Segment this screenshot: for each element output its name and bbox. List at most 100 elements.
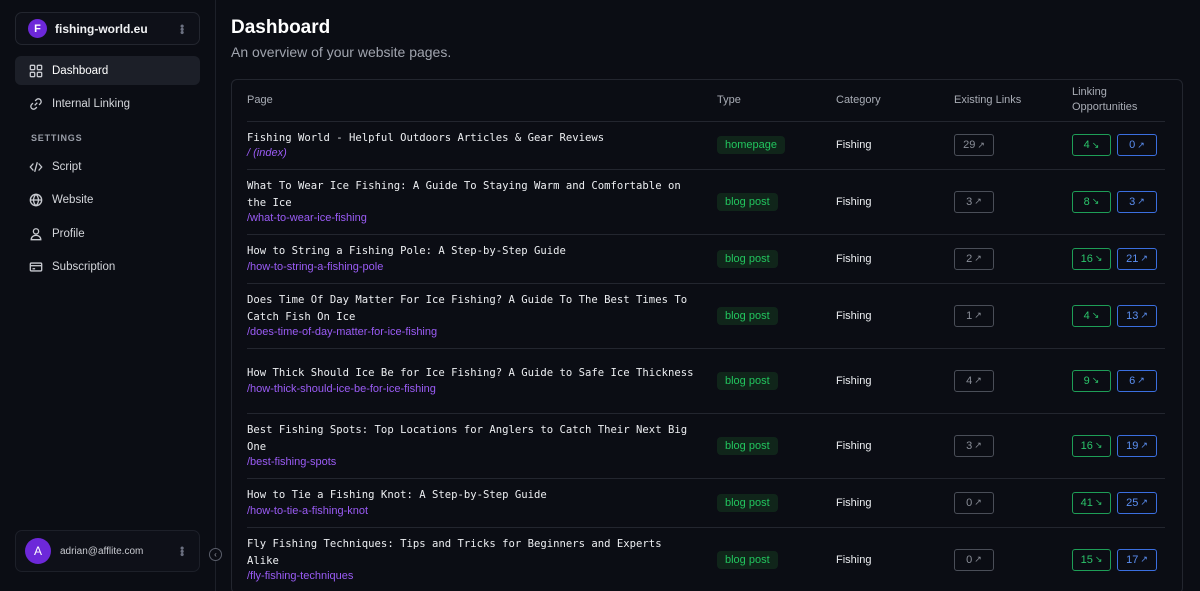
outgoing-opportunities-button[interactable]: 13 ↗	[1117, 304, 1157, 327]
outgoing-opportunities-count: 6	[1129, 374, 1136, 387]
cell-page: Does Time Of Day Matter For Ice Fishing?…	[247, 283, 717, 349]
nav-item-label: Profile	[52, 227, 85, 240]
existing-links-button[interactable]: 3 ↗	[954, 434, 994, 457]
incoming-opportunities-button[interactable]: 15 ↘	[1072, 548, 1111, 571]
table-row[interactable]: What To Wear Ice Fishing: A Guide To Sta…	[247, 169, 1165, 235]
existing-links-button[interactable]: 0 ↗	[954, 548, 994, 571]
page-title-text[interactable]: How to Tie a Fishing Knot: A Step-by-Ste…	[247, 487, 717, 504]
arrow-up-right-icon: ↗	[1137, 139, 1145, 150]
nav-item-website[interactable]: Website	[15, 186, 200, 215]
arrow-down-right-icon: ↘	[1091, 375, 1100, 385]
page-path-link[interactable]: /what-to-wear-ice-fishing	[247, 211, 717, 225]
outgoing-opportunities-button[interactable]: 19 ↗	[1117, 434, 1157, 457]
existing-links-button[interactable]: 0 ↗	[954, 491, 994, 514]
cell-linking-opportunities: 16 ↘ 21 ↗	[1072, 234, 1165, 284]
table-row[interactable]: How to String a Fishing Pole: A Step-by-…	[247, 234, 1165, 284]
page-title-text[interactable]: Fishing World - Helpful Outdoors Article…	[247, 130, 717, 147]
existing-links-button[interactable]: 3 ↗	[954, 190, 994, 213]
code-icon	[29, 160, 43, 174]
nav-item-subscription[interactable]: Subscription	[15, 253, 200, 282]
existing-links-count: 1	[966, 309, 973, 322]
user-menu[interactable]: A adrian@afflite.com •••	[15, 530, 200, 572]
credit-card-icon	[29, 260, 43, 274]
page-title: Dashboard	[231, 17, 331, 38]
incoming-opportunities-button[interactable]: 8 ↘	[1072, 190, 1111, 213]
incoming-opportunities-button[interactable]: 9 ↘	[1072, 369, 1111, 392]
outgoing-opportunities-button[interactable]: 21 ↗	[1117, 247, 1157, 270]
existing-links-count: 0	[966, 496, 973, 509]
incoming-opportunities-button[interactable]: 4 ↘	[1072, 134, 1111, 156]
arrow-down-right-icon: ↘	[1094, 554, 1103, 564]
incoming-opportunities-button[interactable]: 16 ↘	[1072, 434, 1111, 457]
table-row[interactable]: How to Tie a Fishing Knot: A Step-by-Ste…	[247, 478, 1165, 528]
site-switcher[interactable]: F fishing-world.eu •••	[15, 12, 200, 45]
incoming-opportunities-count: 8	[1083, 195, 1090, 208]
page-title-text[interactable]: How to String a Fishing Pole: A Step-by-…	[247, 243, 717, 260]
site-name: fishing-world.eu	[55, 21, 148, 36]
settings-section-label: SETTINGS	[31, 133, 83, 143]
pages-table: Page Type Category Existing Links Linkin…	[247, 80, 1165, 591]
nav-item-internal-linking[interactable]: Internal Linking	[15, 90, 200, 119]
existing-links-count: 4	[966, 374, 973, 387]
category-text: Fishing	[836, 553, 872, 566]
outgoing-opportunities-button[interactable]: 0 ↗	[1117, 134, 1157, 156]
outgoing-opportunities-button[interactable]: 6 ↗	[1117, 369, 1157, 392]
more-vertical-icon[interactable]: •••	[175, 546, 189, 556]
arrow-up-right-icon: ↗	[974, 310, 982, 320]
table-row[interactable]: Best Fishing Spots: Top Locations for An…	[247, 413, 1165, 479]
page-title-text[interactable]: How Thick Should Ice Be for Ice Fishing?…	[247, 365, 717, 382]
existing-links-button[interactable]: 4 ↗	[954, 369, 994, 392]
cell-page: How to Tie a Fishing Knot: A Step-by-Ste…	[247, 478, 717, 528]
column-header-linking-opportunities-label: Linking Opportunities	[1072, 86, 1138, 114]
type-badge: homepage	[717, 136, 785, 154]
table-row[interactable]: How Thick Should Ice Be for Ice Fishing?…	[247, 348, 1165, 414]
main-nav: Dashboard Internal Linking SETTINGS Scri…	[15, 56, 200, 282]
cell-category: Fishing	[836, 169, 954, 235]
existing-links-button[interactable]: 1 ↗	[954, 304, 994, 327]
cell-linking-opportunities: 15 ↘ 17 ↗	[1072, 527, 1165, 591]
page-title-text[interactable]: Best Fishing Spots: Top Locations for An…	[247, 422, 717, 455]
page-path-link[interactable]: /does-time-of-day-matter-for-ice-fishing	[247, 325, 717, 339]
existing-links-button[interactable]: 2 ↗	[954, 247, 994, 270]
arrow-up-right-icon: ↗	[974, 497, 982, 507]
page-path-link[interactable]: / (index)	[247, 146, 717, 160]
nav-item-dashboard[interactable]: Dashboard	[15, 56, 200, 85]
page-path-link[interactable]: /how-to-string-a-fishing-pole	[247, 260, 717, 274]
page-title-text[interactable]: Fly Fishing Techniques: Tips and Tricks …	[247, 536, 717, 569]
cell-linking-opportunities: 41 ↘ 25 ↗	[1072, 478, 1165, 528]
more-vertical-icon[interactable]: •••	[175, 24, 189, 34]
arrow-down-right-icon: ↘	[1094, 440, 1103, 450]
nav-item-profile[interactable]: Profile	[15, 219, 200, 248]
nav-item-script[interactable]: Script	[15, 152, 200, 181]
page-path-link[interactable]: /fly-fishing-techniques	[247, 569, 717, 583]
outgoing-opportunities-button[interactable]: 3 ↗	[1117, 190, 1157, 213]
page-subtitle: An overview of your website pages.	[231, 44, 452, 60]
table-row[interactable]: Fly Fishing Techniques: Tips and Tricks …	[247, 527, 1165, 591]
outgoing-opportunities-count: 19	[1126, 439, 1139, 452]
incoming-opportunities-button[interactable]: 41 ↘	[1072, 491, 1111, 514]
incoming-opportunities-button[interactable]: 16 ↘	[1072, 247, 1111, 270]
incoming-opportunities-count: 4	[1083, 309, 1090, 322]
arrow-down-right-icon: ↘	[1091, 139, 1100, 150]
cell-category: Fishing	[836, 121, 954, 170]
outgoing-opportunities-button[interactable]: 17 ↗	[1117, 548, 1157, 571]
page-title-text[interactable]: What To Wear Ice Fishing: A Guide To Sta…	[247, 178, 717, 211]
cell-type: blog post	[717, 527, 836, 591]
arrow-down-right-icon: ↘	[1091, 196, 1100, 206]
page-path-link[interactable]: /how-to-tie-a-fishing-knot	[247, 504, 717, 518]
column-header-page: Page	[247, 80, 717, 122]
incoming-opportunities-button[interactable]: 4 ↘	[1072, 304, 1111, 327]
arrow-down-right-icon: ↘	[1094, 497, 1103, 507]
category-text: Fishing	[836, 309, 872, 322]
cell-page: Best Fishing Spots: Top Locations for An…	[247, 413, 717, 479]
table-row[interactable]: Fishing World - Helpful Outdoors Article…	[247, 121, 1165, 170]
page-title-text[interactable]: Does Time Of Day Matter For Ice Fishing?…	[247, 292, 717, 325]
page-path-link[interactable]: /best-fishing-spots	[247, 455, 717, 469]
outgoing-opportunities-button[interactable]: 25 ↗	[1117, 491, 1157, 514]
page-path-link[interactable]: /how-thick-should-ice-be-for-ice-fishing	[247, 382, 717, 396]
table-row[interactable]: Does Time Of Day Matter For Ice Fishing?…	[247, 283, 1165, 349]
collapse-sidebar-icon[interactable]: ‹	[209, 548, 222, 561]
cell-existing-links: 0 ↗	[954, 478, 1072, 528]
category-text: Fishing	[836, 439, 872, 452]
existing-links-button[interactable]: 29 ↗	[954, 134, 994, 156]
